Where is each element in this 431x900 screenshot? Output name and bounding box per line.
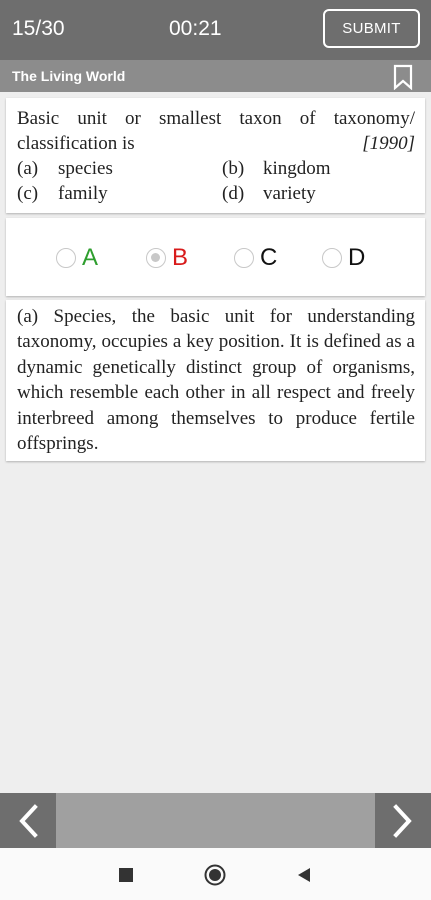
explanation-card: (a) Species, the basic unit for understa… [6,300,425,461]
choice-letter: A [82,244,99,271]
question-text-line2: classification is [17,133,135,154]
radio-button[interactable] [146,248,166,268]
system-navigation-bar [0,848,431,900]
option-d: (d) variety [222,181,316,206]
choice-a[interactable]: A [56,244,98,272]
radio-button[interactable] [56,248,76,268]
question-counter: 15/30 [12,17,65,40]
answer-choices-card: A B C D [6,218,425,296]
next-button[interactable] [375,793,431,848]
option-label: (a) [17,158,39,179]
chapter-bar: The Living World [0,60,431,92]
home-button[interactable] [204,864,226,886]
submit-button[interactable]: SUBMIT [323,9,420,48]
explanation-text: (a) Species, the basic unit for understa… [17,306,415,455]
question-card: Basic unit or smallest taxon of taxonomy… [6,98,425,213]
recents-button[interactable] [115,864,137,886]
previous-button[interactable] [0,793,56,848]
timer: 00:21 [169,17,222,40]
square-icon [119,868,133,882]
radio-button[interactable] [322,248,342,268]
option-text: family [58,183,108,204]
question-navigation-bar [0,793,431,848]
back-button[interactable] [293,864,315,886]
triangle-back-icon [298,868,310,882]
chevron-left-icon [19,803,38,838]
option-a: (a) species [17,156,113,181]
radio-button[interactable] [234,248,254,268]
choice-b[interactable]: B [146,244,188,272]
option-c: (c) family [17,181,108,206]
choice-letter: B [172,244,189,271]
option-b: (b) kingdom [222,156,331,181]
bookmark-icon[interactable] [392,64,414,90]
option-label: (d) [222,183,245,204]
option-label: (b) [222,158,245,179]
choice-c[interactable]: C [234,244,277,272]
chapter-title: The Living World [12,68,126,84]
choice-d[interactable]: D [322,244,365,272]
option-label: (c) [17,183,39,204]
circle-icon [204,864,226,886]
question-year: [1990] [362,133,415,154]
option-text: kingdom [263,158,331,179]
choice-letter: C [260,244,278,271]
top-bar: 15/30 00:21 SUBMIT [0,0,431,60]
chevron-right-icon [393,803,412,838]
choice-letter: D [348,244,366,271]
question-text-line1: Basic unit or smallest taxon of taxonomy… [17,108,415,129]
option-text: species [58,158,113,179]
option-text: variety [263,183,316,204]
